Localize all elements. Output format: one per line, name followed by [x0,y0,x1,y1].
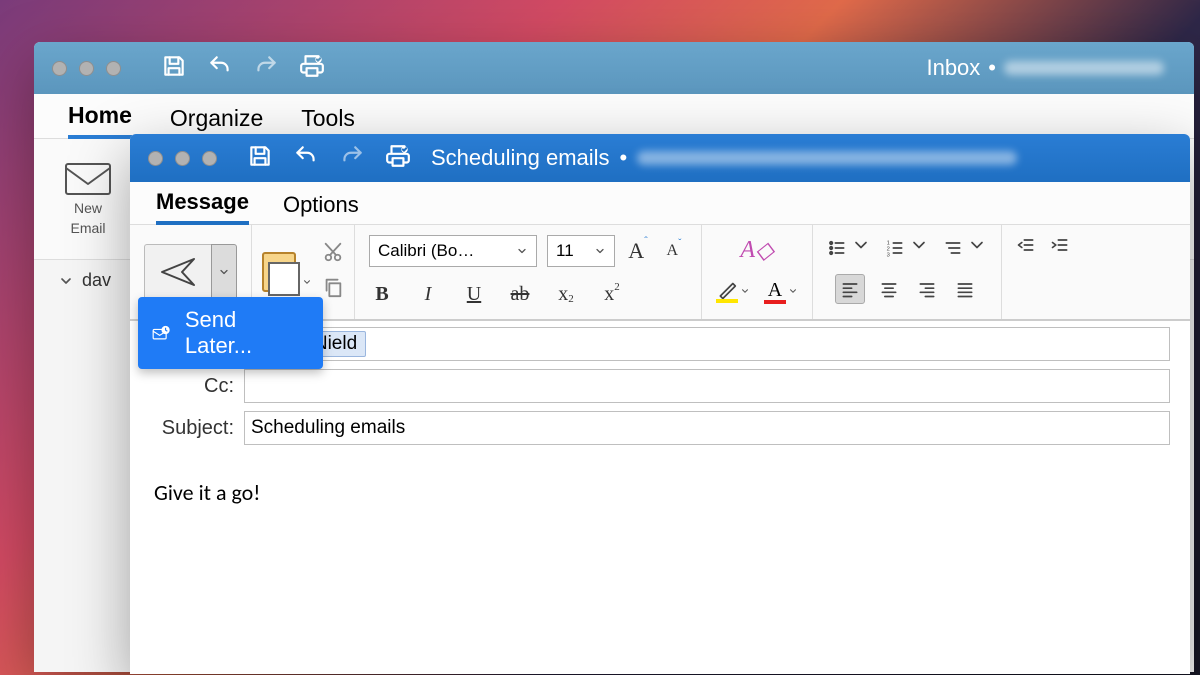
save-icon[interactable] [247,143,273,174]
justify-button[interactable] [951,275,979,303]
clipboard-icon [262,252,296,292]
undo-icon[interactable] [207,53,233,84]
strike-button[interactable]: ab [507,279,533,309]
compose-title: Scheduling emails [431,145,610,171]
minimize-dot[interactable] [79,61,94,76]
compose-account-blurred [637,151,1017,165]
highlight-button[interactable] [716,281,750,303]
close-dot[interactable] [52,61,67,76]
save-icon[interactable] [161,53,187,84]
svg-text:3: 3 [887,252,890,258]
align-right-button[interactable] [913,275,941,303]
font-size-select[interactable]: 11 [547,235,615,267]
send-later-menu-item[interactable]: Send Later... [138,297,323,369]
print-icon[interactable] [385,143,411,174]
window-controls-front[interactable] [148,151,217,166]
to-field[interactable]: David Nield [244,327,1170,361]
bold-button[interactable]: B [369,279,395,309]
account-name-blurred [1004,61,1164,75]
window-title-back: Inbox [926,55,980,81]
send-dropdown-button[interactable] [211,244,237,300]
multilevel-list-button[interactable] [943,235,987,260]
redo-icon[interactable] [253,53,279,84]
print-icon[interactable] [299,53,325,84]
message-body[interactable]: Give it a go! [130,453,1190,532]
cc-label: Cc: [130,375,244,398]
decrease-indent-button[interactable] [1016,235,1036,255]
new-email-button[interactable]: New Email [64,162,112,236]
zoom-dot[interactable] [202,151,217,166]
compose-window: Scheduling emails • Message Options Send… [130,134,1190,674]
ribbon: Send Later... Calibri (Bo… 11 [130,225,1190,321]
increase-indent-button[interactable] [1050,235,1070,255]
tab-options[interactable]: Options [283,192,359,224]
minimize-dot[interactable] [175,151,190,166]
send-button[interactable] [144,244,211,300]
paste-button[interactable] [262,252,312,292]
cut-button[interactable] [322,241,344,268]
cc-field[interactable] [244,369,1170,403]
subscript-button[interactable]: x2 [553,279,579,309]
undo-icon[interactable] [293,143,319,174]
subject-field[interactable]: Scheduling emails [244,411,1170,445]
send-split-button[interactable] [144,244,237,300]
font-color-button[interactable]: A [764,279,798,304]
close-dot[interactable] [148,151,163,166]
titlebar-front: Scheduling emails • [130,134,1190,182]
tab-home[interactable]: Home [68,102,132,139]
copy-button[interactable] [322,276,344,303]
shrink-font-button[interactable]: Aˇ [661,236,687,266]
font-name-select[interactable]: Calibri (Bo… [369,235,537,267]
window-controls[interactable] [52,61,121,76]
redo-icon[interactable] [339,143,365,174]
italic-button[interactable]: I [415,279,441,309]
subject-label: Subject: [130,417,244,440]
tabs-back: Home Organize Tools [34,94,1194,139]
bullets-button[interactable] [827,235,871,260]
clear-formatting-button[interactable]: A◇ [740,235,773,265]
align-left-button[interactable] [835,274,865,304]
numbering-button[interactable]: 123 [885,235,929,260]
zoom-dot[interactable] [106,61,121,76]
tab-message[interactable]: Message [156,189,249,225]
titlebar-back: Inbox • [34,42,1194,94]
underline-button[interactable]: U [461,279,487,309]
grow-font-button[interactable]: Aˆ [625,236,651,266]
align-center-button[interactable] [875,275,903,303]
superscript-button[interactable]: x2 [599,279,625,309]
